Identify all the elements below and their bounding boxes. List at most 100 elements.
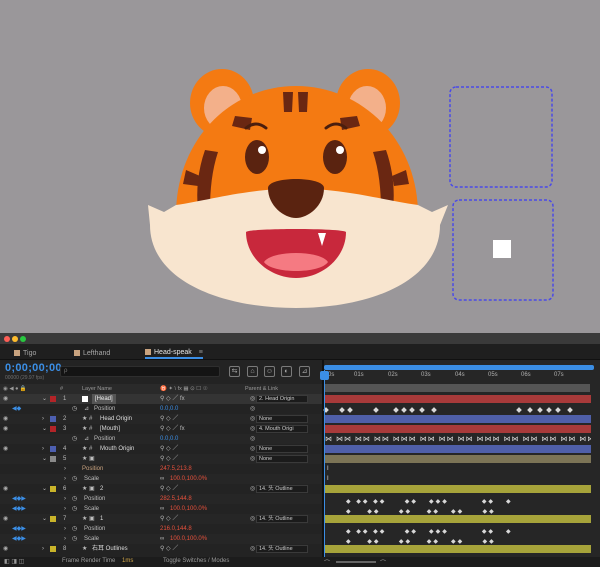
- stopwatch-icon[interactable]: ◷: [72, 504, 77, 514]
- zoom-in-icon[interactable]: ⌒: [380, 558, 386, 567]
- layer-track[interactable]: [325, 415, 591, 423]
- property-value[interactable]: 216.0,144.8: [160, 524, 192, 534]
- graph-icon[interactable]: ⊿: [84, 434, 89, 444]
- twirl-icon[interactable]: ⌄: [42, 514, 47, 524]
- motion-blur-icon[interactable]: ◐: [281, 366, 292, 377]
- close-light[interactable]: [4, 336, 10, 342]
- switch-icons[interactable]: ⚲ ◇ ／: [160, 514, 178, 524]
- label-color[interactable]: [50, 416, 56, 422]
- label-color[interactable]: [50, 486, 56, 492]
- eye-icon[interactable]: ◉: [3, 414, 8, 424]
- switch-icons[interactable]: ⚲ ◇ ／ fx: [160, 394, 185, 404]
- layer-name[interactable]: 右耳 Outlines: [92, 544, 128, 554]
- label-color[interactable]: [50, 456, 56, 462]
- layer-name[interactable]: [Mouth]: [100, 424, 120, 434]
- zoom-light[interactable]: [20, 336, 26, 342]
- switch-icons[interactable]: ⚲ ◇ ／ fx: [160, 424, 185, 434]
- stopwatch-icon[interactable]: ◷: [72, 474, 77, 484]
- property-row[interactable]: ◀◆▶ › ◷ Scale ∞ 100.0,100.0%: [0, 504, 322, 514]
- property-value[interactable]: 0.0,0.0: [160, 404, 178, 414]
- pickwhip-icon[interactable]: ◎: [250, 444, 255, 454]
- minimize-light[interactable]: [12, 336, 18, 342]
- property-value[interactable]: 100.0,100.0%: [170, 474, 207, 484]
- layer-search-input[interactable]: ρ: [60, 366, 220, 377]
- layer-row[interactable]: ◉ ⌄ 1 [Head] ⚲ ◇ ／ fx ◎ 2. Head Origin: [0, 394, 322, 404]
- switch-icons[interactable]: ⚲ ◇ ／: [160, 544, 178, 554]
- layer-row[interactable]: ◉ ⌄ 6 ★ ▣ 2 ⚲ ◇ ／ ◎ 14. 头 Outline: [0, 484, 322, 494]
- twirl-icon[interactable]: ›: [64, 474, 66, 484]
- eye-icon[interactable]: ◉: [3, 394, 8, 404]
- graph-editor-icon[interactable]: ⊿: [299, 366, 310, 377]
- layer-name[interactable]: Mouth Origin: [100, 444, 134, 454]
- link-icon[interactable]: ∞: [160, 474, 164, 484]
- property-value[interactable]: 0.0,0.0: [160, 434, 178, 444]
- stopwatch-icon[interactable]: ◷: [72, 494, 77, 504]
- parent-dropdown[interactable]: 14. 头 Outline: [256, 515, 308, 523]
- layer-track[interactable]: [325, 425, 591, 433]
- layer-track[interactable]: [325, 445, 591, 453]
- eye-icon[interactable]: ◉: [3, 424, 8, 434]
- label-color[interactable]: [50, 396, 56, 402]
- twirl-icon[interactable]: ›: [64, 534, 66, 544]
- layer-name[interactable]: [Head]: [92, 394, 116, 404]
- shy-layers-icon[interactable]: ☺: [264, 366, 275, 377]
- expression-icon[interactable]: ◎: [250, 404, 255, 414]
- label-color[interactable]: [50, 516, 56, 522]
- parent-dropdown[interactable]: 2. Head Origin: [256, 395, 308, 403]
- twirl-icon[interactable]: ›: [64, 504, 66, 514]
- work-area-bar[interactable]: [324, 384, 590, 392]
- layer-row[interactable]: ◉ › 2 ★ # Head Origin ⚲ ◇ ／ ◎ None: [0, 414, 322, 424]
- parent-dropdown[interactable]: 14. 头 Outline: [256, 485, 308, 493]
- stopwatch-icon[interactable]: ◷: [72, 524, 77, 534]
- twirl-icon[interactable]: ›: [64, 464, 66, 474]
- layer-track[interactable]: [325, 485, 591, 493]
- parent-dropdown[interactable]: None: [256, 415, 308, 423]
- parent-dropdown[interactable]: None: [256, 445, 308, 453]
- expression-icon[interactable]: ◎: [250, 434, 255, 444]
- comp-flowchart-icon[interactable]: ⇆: [229, 366, 240, 377]
- playhead-handle[interactable]: [320, 371, 329, 380]
- property-row[interactable]: › Position 247.5,213.8: [0, 464, 322, 474]
- property-value[interactable]: 282.5,144.8: [160, 494, 192, 504]
- layer-track[interactable]: [325, 545, 591, 553]
- eye-icon[interactable]: ◉: [3, 484, 8, 494]
- parent-dropdown[interactable]: 4. Mouth Origi: [256, 425, 308, 433]
- switch-icons[interactable]: ⚲ ◇ ／: [160, 444, 178, 454]
- playhead[interactable]: [324, 370, 325, 560]
- layer-name[interactable]: 2: [100, 484, 103, 494]
- link-icon[interactable]: ∞: [160, 534, 164, 544]
- twirl-icon[interactable]: ›: [42, 444, 44, 454]
- layer-row[interactable]: ◉ ⌄ 3 ★ # [Mouth] ⚲ ◇ ／ fx ◎ 4. Mouth Or…: [0, 424, 322, 434]
- property-row[interactable]: ◀◆▶ › ◷ Position 282.5,144.8: [0, 494, 322, 504]
- twirl-icon[interactable]: ›: [64, 494, 66, 504]
- twirl-icon[interactable]: ›: [42, 414, 44, 424]
- pickwhip-icon[interactable]: ◎: [250, 544, 255, 554]
- twirl-icon[interactable]: ⌄: [42, 484, 47, 494]
- keyframe-nav-icon[interactable]: ◀◆▶: [12, 534, 26, 544]
- property-value[interactable]: 100.0,100.0%: [170, 534, 207, 544]
- composition-viewer[interactable]: [0, 0, 600, 333]
- render-icons[interactable]: ◧ ◨ ◫: [4, 558, 24, 565]
- layer-row[interactable]: ⌄ 5 ★ ▣ ⚲ ◇ ／ ◎ None: [0, 454, 322, 464]
- eye-icon[interactable]: ◉: [3, 444, 8, 454]
- layer-row[interactable]: ◉ ⌄ 7 ★ ▣ 1 ⚲ ◇ ／ ◎ 14. 头 Outline: [0, 514, 322, 524]
- property-value[interactable]: 100.0,100.0%: [170, 504, 207, 514]
- label-color[interactable]: [50, 426, 56, 432]
- pickwhip-icon[interactable]: ◎: [250, 514, 255, 524]
- parent-dropdown[interactable]: None: [256, 455, 308, 463]
- layer-row[interactable]: ◉ › 4 ★ # Mouth Origin ⚲ ◇ ／ ◎ None: [0, 444, 322, 454]
- keyframe-nav-icon[interactable]: ◀◆▶: [12, 524, 26, 534]
- tab-head-speak[interactable]: Head-speak ≡: [145, 347, 203, 359]
- parent-dropdown[interactable]: 14. 头 Outline: [256, 545, 308, 553]
- property-row[interactable]: ◷ ⊿ Position 0.0,0.0 ◎: [0, 434, 322, 444]
- twirl-icon[interactable]: ⌄: [42, 394, 47, 404]
- twirl-icon[interactable]: ⌄: [42, 424, 47, 434]
- layer-name[interactable]: 1: [100, 514, 103, 524]
- pickwhip-icon[interactable]: ◎: [250, 484, 255, 494]
- property-row[interactable]: ◀◆ ◷ ⊿ Position 0.0,0.0 ◎: [0, 404, 322, 414]
- property-row[interactable]: ◀◆▶ › ◷ Scale ∞ 100.0,100.0%: [0, 534, 322, 544]
- graph-icon[interactable]: ⊿: [84, 404, 89, 414]
- toggle-switches-button[interactable]: Toggle Switches / Modes: [163, 558, 229, 564]
- zoom-slider[interactable]: [336, 561, 376, 563]
- zoom-out-icon[interactable]: ⌒: [324, 558, 330, 567]
